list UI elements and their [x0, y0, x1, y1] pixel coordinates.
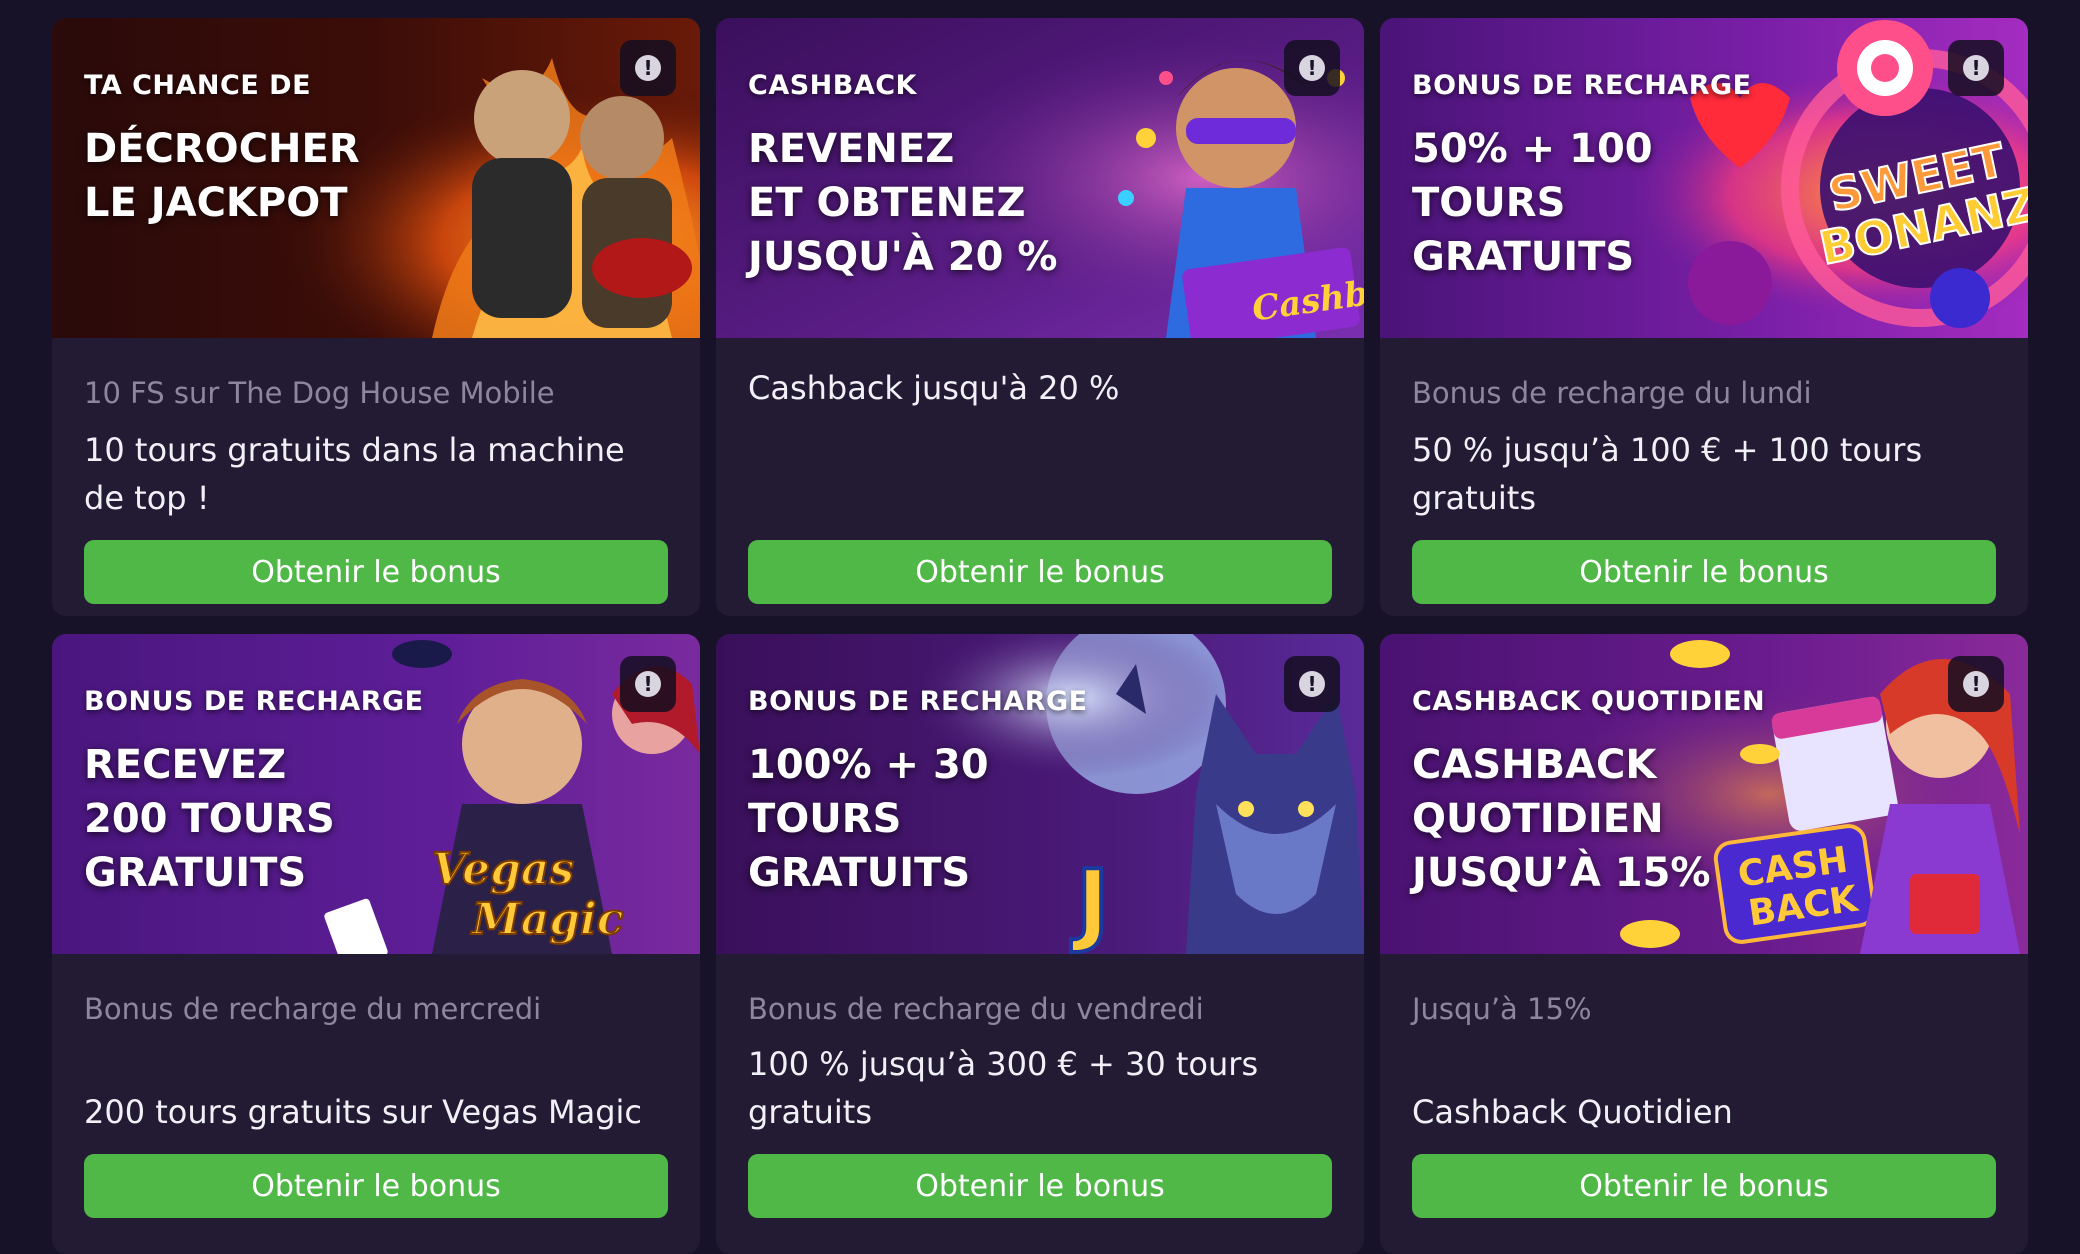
get-bonus-button[interactable]: Obtenir le bonus: [1412, 540, 1996, 604]
promo-headline: 100% + 30 TOURS GRATUITS: [748, 742, 989, 897]
promo-headline: REVENEZ ET OBTENEZ JUSQU'À 20 %: [748, 126, 1058, 281]
banner-text: BONUS DE RECHARGE RECEVEZ 200 TOURS GRAT…: [84, 686, 500, 900]
banner-text: BONUS DE RECHARGE 100% + 30 TOURS GRATUI…: [748, 686, 1164, 900]
promo-description: 100 % jusqu’à 300 € + 30 tours gratuits: [748, 1045, 1259, 1131]
promo-card-monday-reload: SWEET BONANZA BONUS DE RECHARGE 50% + 10…: [1380, 18, 2028, 616]
banner-text: CASHBACK REVENEZ ET OBTENEZ JUSQU'À 20 %: [748, 70, 1164, 284]
promo-eyebrow: BONUS DE RECHARGE: [1412, 70, 1752, 101]
info-icon: !: [1963, 671, 1989, 697]
promo-banner: J BONUS DE RECHARGE 100% + 30 TOURS GRAT…: [716, 634, 1364, 954]
info-icon: !: [635, 671, 661, 697]
banner-text: CASHBACK QUOTIDIEN CASHBACK QUOTIDIEN JU…: [1412, 686, 1828, 900]
promo-description: Cashback Quotidien: [1412, 1093, 1733, 1131]
info-icon: !: [635, 55, 661, 81]
info-button[interactable]: !: [1284, 40, 1340, 96]
promo-subtitle: 10 FS sur The Dog House Mobile: [84, 376, 555, 410]
promo-headline: RECEVEZ 200 TOURS GRATUITS: [84, 742, 335, 897]
promo-card-friday-reload: J BONUS DE RECHARGE 100% + 30 TOURS GRAT…: [716, 634, 1364, 1254]
info-button[interactable]: !: [620, 656, 676, 712]
promotions-grid: TA CHANCE DE DÉCROCHER LE JACKPOT ! 10 F…: [52, 18, 2028, 1254]
promo-card-daily-cashback: CASH BACK CASHBACK QUOTIDIEN CASHBACK QU…: [1380, 634, 2028, 1254]
promo-description: 200 tours gratuits sur Vegas Magic: [84, 1093, 642, 1131]
promo-subtitle: Jusqu’à 15%: [1412, 992, 1592, 1026]
promo-eyebrow: CASHBACK: [748, 70, 917, 101]
promo-subtitle: Bonus de recharge du vendredi: [748, 992, 1204, 1026]
svg-text:Magic: Magic: [470, 894, 624, 945]
get-bonus-button[interactable]: Obtenir le bonus: [1412, 1154, 1996, 1218]
promo-body: Bonus de recharge du vendredi 100 % jusq…: [748, 954, 1332, 1254]
info-icon: !: [1299, 55, 1325, 81]
get-bonus-button[interactable]: Obtenir le bonus: [84, 540, 668, 604]
promo-body: 10 FS sur The Dog House Mobile 10 tours …: [84, 338, 668, 616]
promo-banner: Vegas Magic BONUS DE RECHARGE RECEVEZ 20…: [52, 634, 700, 954]
info-button[interactable]: !: [620, 40, 676, 96]
promo-eyebrow: BONUS DE RECHARGE: [748, 686, 1088, 717]
banner-text: BONUS DE RECHARGE 50% + 100 TOURS GRATUI…: [1412, 70, 1828, 284]
promo-body: Bonus de recharge du mercredi 200 tours …: [84, 954, 668, 1254]
promo-description: 10 tours gratuits dans la machine de top…: [84, 431, 625, 517]
promo-subtitle: Bonus de recharge du lundi: [1412, 376, 1812, 410]
promo-card-wednesday-reload: Vegas Magic BONUS DE RECHARGE RECEVEZ 20…: [52, 634, 700, 1254]
get-bonus-button[interactable]: Obtenir le bonus: [748, 1154, 1332, 1218]
promo-body: Cashback jusqu'à 20 % Obtenir le bonus: [748, 338, 1332, 616]
promo-banner: Cashback CASHBACK REVENEZ ET OBTENEZ JUS…: [716, 18, 1364, 338]
promo-description: 50 % jusqu’à 100 € + 100 tours gratuits: [1412, 431, 1923, 517]
promo-headline: DÉCROCHER LE JACKPOT: [84, 126, 360, 227]
info-icon: !: [1963, 55, 1989, 81]
promo-body: Bonus de recharge du lundi 50 % jusqu’à …: [1412, 338, 1996, 616]
promo-eyebrow: CASHBACK QUOTIDIEN: [1412, 686, 1766, 717]
promo-headline: CASHBACK QUOTIDIEN JUSQU’À 15%: [1412, 742, 1711, 897]
promo-subtitle: Bonus de recharge du mercredi: [84, 992, 542, 1026]
promo-card-jackpot: TA CHANCE DE DÉCROCHER LE JACKPOT ! 10 F…: [52, 18, 700, 616]
info-button[interactable]: !: [1284, 656, 1340, 712]
promo-body: Jusqu’à 15% Cashback Quotidien Obtenir l…: [1412, 954, 1996, 1254]
promo-card-cashback: Cashback CASHBACK REVENEZ ET OBTENEZ JUS…: [716, 18, 1364, 616]
promo-banner: SWEET BONANZA BONUS DE RECHARGE 50% + 10…: [1380, 18, 2028, 338]
promo-eyebrow: BONUS DE RECHARGE: [84, 686, 424, 717]
promo-banner: TA CHANCE DE DÉCROCHER LE JACKPOT !: [52, 18, 700, 338]
promo-eyebrow: TA CHANCE DE: [84, 70, 312, 101]
promo-description: Cashback jusqu'à 20 %: [748, 369, 1120, 407]
banner-text: TA CHANCE DE DÉCROCHER LE JACKPOT: [84, 70, 500, 230]
info-button[interactable]: !: [1948, 656, 2004, 712]
get-bonus-button[interactable]: Obtenir le bonus: [84, 1154, 668, 1218]
info-button[interactable]: !: [1948, 40, 2004, 96]
info-icon: !: [1299, 671, 1325, 697]
get-bonus-button[interactable]: Obtenir le bonus: [748, 540, 1332, 604]
promo-banner: CASH BACK CASHBACK QUOTIDIEN CASHBACK QU…: [1380, 634, 2028, 954]
promo-headline: 50% + 100 TOURS GRATUITS: [1412, 126, 1653, 281]
